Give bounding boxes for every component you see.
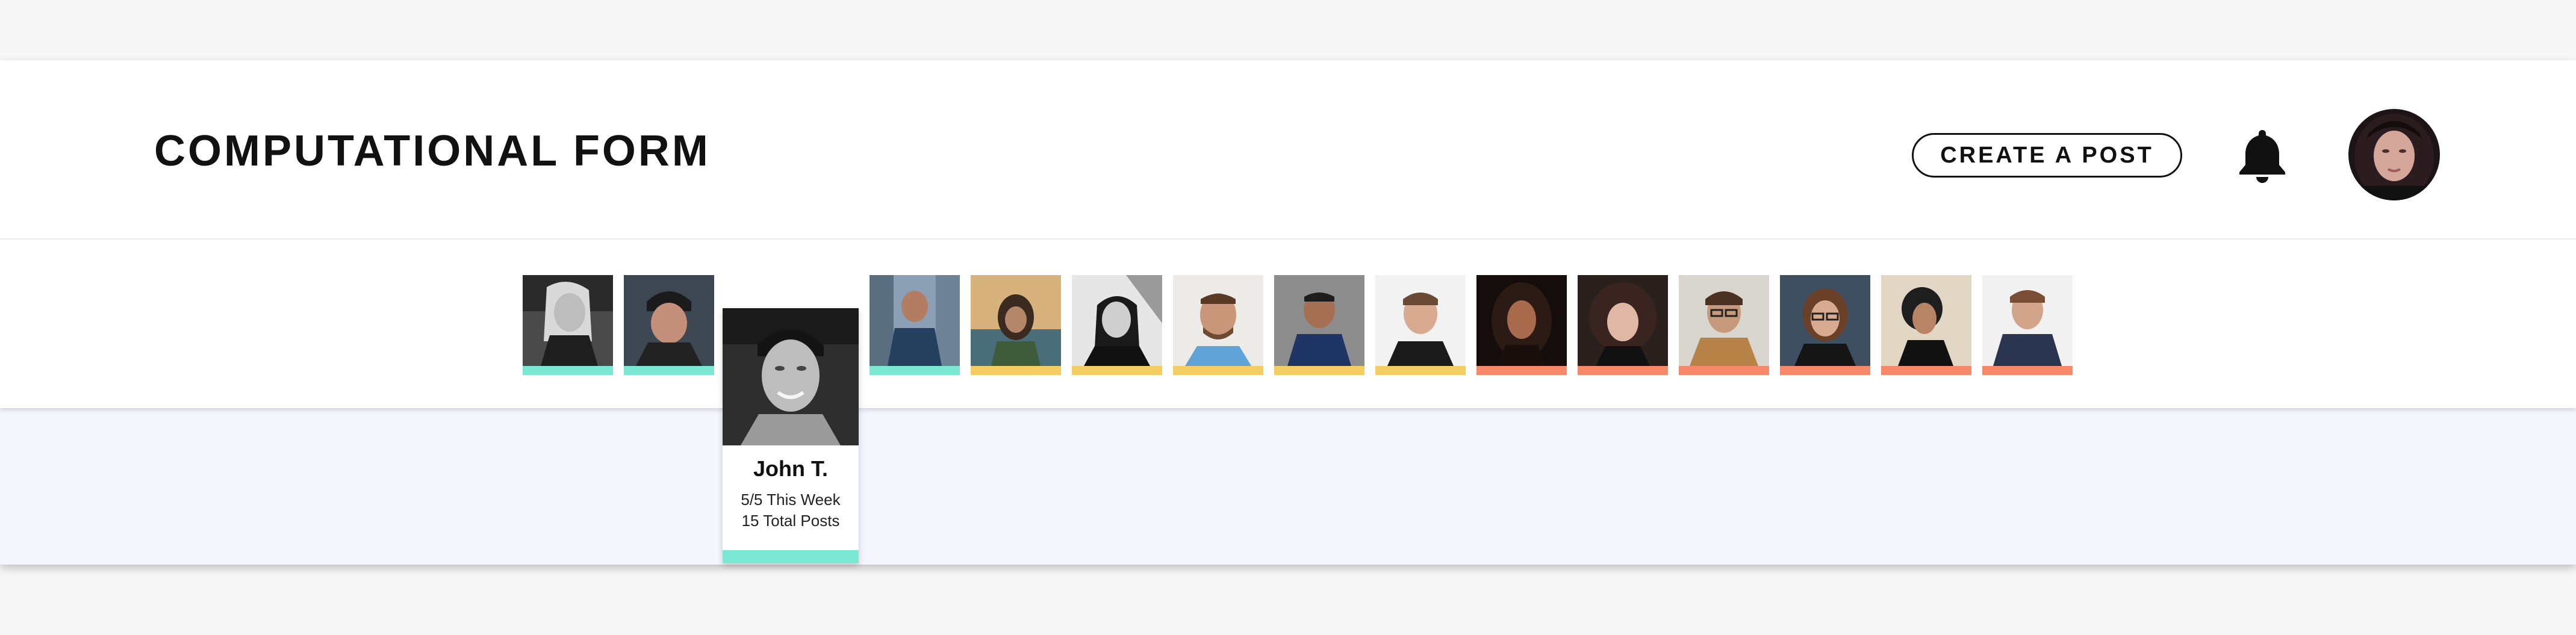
member-photo bbox=[723, 308, 859, 445]
main-card: COMPUTATIONAL FORM CREATE A POST John T.… bbox=[0, 60, 2576, 565]
group-indicator bbox=[1982, 366, 2073, 375]
group-indicator bbox=[1274, 366, 1364, 375]
member-thumb-4[interactable] bbox=[870, 275, 960, 375]
member-thumb-11[interactable] bbox=[1578, 275, 1668, 375]
member-thumb-5[interactable] bbox=[971, 275, 1061, 375]
group-indicator bbox=[1578, 366, 1668, 375]
member-thumb-13[interactable] bbox=[1780, 275, 1870, 375]
group-indicator bbox=[1072, 366, 1162, 375]
app-header: COMPUTATIONAL FORM CREATE A POST bbox=[0, 60, 2576, 240]
create-post-button[interactable]: CREATE A POST bbox=[1912, 133, 2182, 178]
member-thumb-9[interactable] bbox=[1375, 275, 1466, 375]
total-posts-stat: 15 Total Posts bbox=[741, 512, 840, 530]
member-thumb-10[interactable] bbox=[1476, 275, 1567, 375]
weekly-posts-stat: 5/5 This Week bbox=[741, 491, 841, 509]
group-indicator bbox=[1375, 366, 1466, 375]
member-strip bbox=[0, 240, 2576, 408]
group-indicator bbox=[1476, 366, 1567, 375]
member-name: John T. bbox=[753, 456, 828, 481]
member-thumb-14[interactable] bbox=[1881, 275, 1971, 375]
group-indicator bbox=[1173, 366, 1263, 375]
group-indicator bbox=[1679, 366, 1769, 375]
member-thumb-12[interactable] bbox=[1679, 275, 1769, 375]
group-indicator bbox=[1881, 366, 1971, 375]
bell-icon[interactable] bbox=[2237, 128, 2288, 183]
user-avatar[interactable] bbox=[2348, 109, 2440, 200]
group-indicator bbox=[870, 366, 960, 375]
member-popup-card[interactable]: John T. 5/5 This Week 15 Total Posts bbox=[723, 308, 859, 563]
group-indicator bbox=[523, 366, 613, 375]
member-thumb-1[interactable] bbox=[523, 275, 613, 375]
member-thumb-2[interactable] bbox=[624, 275, 714, 375]
group-indicator bbox=[971, 366, 1061, 375]
member-thumb-6[interactable] bbox=[1072, 275, 1162, 375]
app-title: COMPUTATIONAL FORM bbox=[154, 127, 711, 175]
member-thumb-7[interactable] bbox=[1173, 275, 1263, 375]
group-indicator bbox=[624, 366, 714, 375]
member-thumb-15[interactable] bbox=[1982, 275, 2073, 375]
member-thumb-8[interactable] bbox=[1274, 275, 1364, 375]
group-indicator bbox=[723, 550, 859, 563]
group-indicator bbox=[1780, 366, 1870, 375]
